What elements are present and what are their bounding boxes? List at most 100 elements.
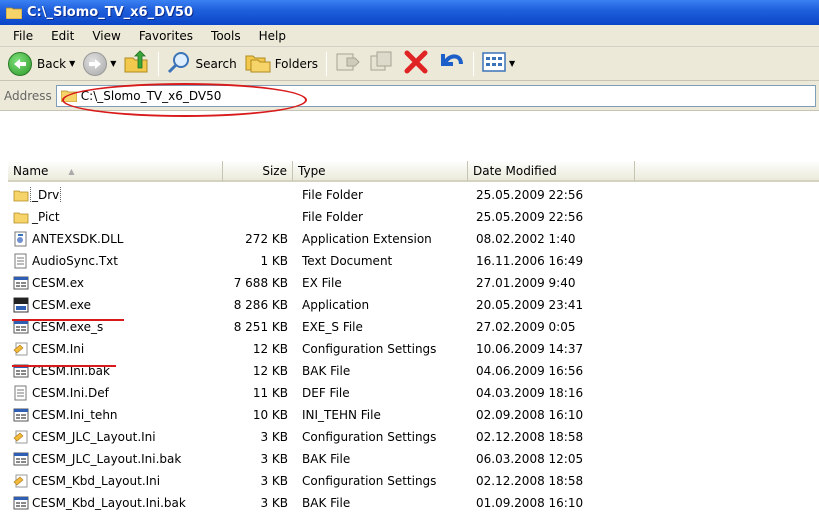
file-name-cell[interactable]: CESM_JLC_Layout.Ini xyxy=(8,429,223,445)
up-folder-button[interactable] xyxy=(120,50,154,78)
file-name-cell[interactable]: _Drv xyxy=(8,187,223,203)
file-row[interactable]: CESM.Ini.bak 12 KB BAK File 04.06.2009 16:5… xyxy=(8,360,819,382)
delete-button[interactable] xyxy=(399,50,433,78)
file-row[interactable]: CESM.ex 7 688 KB EX File 27.01.2009 9:40 xyxy=(8,272,819,294)
menu-edit[interactable]: Edit xyxy=(42,29,83,43)
column-header-name[interactable]: Name ▲ xyxy=(8,161,223,181)
config-file-icon xyxy=(13,429,29,445)
file-date: 08.02.2002 1:40 xyxy=(476,232,576,246)
menu-help[interactable]: Help xyxy=(250,29,295,43)
sort-ascending-icon: ▲ xyxy=(68,166,75,176)
file-name-cell[interactable]: CESM_JLC_Layout.Ini.bak xyxy=(8,451,223,467)
file-size: 3 KB xyxy=(260,452,288,466)
file-row[interactable]: CESM_JLC_Layout.Ini.bak 3 KB BAK File 06.03… xyxy=(8,448,819,470)
annotation-ellipse xyxy=(62,83,307,117)
menu-tools[interactable]: Tools xyxy=(202,29,250,43)
file-size: 8 286 KB xyxy=(233,298,288,312)
folder-icon xyxy=(13,187,29,203)
file-type: File Folder xyxy=(302,210,363,224)
file-name-cell[interactable]: CESM.Ini_tehn xyxy=(8,407,223,423)
file-row[interactable]: CESM.Ini 12 KB Configuration Settings 10.06… xyxy=(8,338,819,360)
search-button[interactable]: Search xyxy=(163,50,240,78)
file-size: 3 KB xyxy=(260,430,288,444)
file-row[interactable]: CESM.Ini_tehn 10 KB INI_TEHN File 02.09.200… xyxy=(8,404,819,426)
move-to-button[interactable] xyxy=(331,50,365,78)
file-name-cell[interactable]: AudioSync.Txt xyxy=(8,253,223,269)
file-date: 20.05.2009 23:41 xyxy=(476,298,584,312)
views-button[interactable]: ▼ xyxy=(478,50,519,78)
copy-to-button[interactable] xyxy=(365,50,399,78)
file-name-cell[interactable]: CESM.Ini.Def xyxy=(8,385,223,401)
annotation-underline xyxy=(12,365,116,367)
back-arrow-icon xyxy=(8,51,32,76)
app-icon xyxy=(13,297,29,313)
file-date: 10.06.2009 14:37 xyxy=(476,342,584,356)
generic-file-icon xyxy=(13,451,29,467)
file-name: CESM.ex xyxy=(32,276,85,290)
file-row[interactable]: CESM.exe_s 8 251 KB EXE_S File 27.02.2009 0… xyxy=(8,316,819,338)
file-name: CESM_JLC_Layout.Ini xyxy=(32,430,156,444)
file-name: CESM.Ini.Def xyxy=(32,386,109,400)
file-row[interactable]: CESM.exe 8 286 KB Application 20.05.2009 23… xyxy=(8,294,819,316)
generic-file-icon xyxy=(13,319,29,335)
file-date: 01.09.2008 16:10 xyxy=(476,496,584,510)
file-type: EXE_S File xyxy=(302,320,363,334)
move-to-icon xyxy=(335,50,361,77)
column-header-date[interactable]: Date Modified xyxy=(468,161,635,181)
file-name: _Pict xyxy=(32,210,60,224)
file-size: 3 KB xyxy=(260,496,288,510)
menu-bar: File Edit View Favorites Tools Help xyxy=(0,25,819,47)
file-type: Configuration Settings xyxy=(302,474,437,488)
chevron-down-icon[interactable]: ▼ xyxy=(69,59,75,68)
file-row[interactable]: CESM_JLC_Layout.Ini 3 KB Configuration Set… xyxy=(8,426,819,448)
menu-view[interactable]: View xyxy=(83,29,129,43)
file-type: File Folder xyxy=(302,188,363,202)
toolbar: Back ▼ ▼ Search Folders ▼ xyxy=(0,47,819,81)
file-name-cell[interactable]: ANTEXSDK.DLL xyxy=(8,231,223,247)
file-row[interactable]: _Pict File Folder 25.05.2009 22:56 xyxy=(8,206,819,228)
column-header-type[interactable]: Type xyxy=(293,161,468,181)
generic-file-icon xyxy=(13,407,29,423)
file-date: 02.09.2008 16:10 xyxy=(476,408,584,422)
text-file-icon xyxy=(13,385,29,401)
menu-favorites[interactable]: Favorites xyxy=(130,29,202,43)
column-header-filler xyxy=(635,161,819,181)
file-row[interactable]: CESM_Kbd_Layout.Ini 3 KB Configuration Set… xyxy=(8,470,819,492)
file-size: 272 KB xyxy=(245,232,288,246)
file-size: 12 KB xyxy=(252,342,288,356)
text-file-icon xyxy=(13,253,29,269)
file-name-cell[interactable]: _Pict xyxy=(8,209,223,225)
toolbar-separator xyxy=(158,51,160,76)
file-name-cell[interactable]: CESM_Kbd_Layout.Ini xyxy=(8,473,223,489)
file-row[interactable]: _Drv File Folder 25.05.2009 22:56 xyxy=(8,184,819,206)
file-type: Application xyxy=(302,298,370,312)
file-row[interactable]: ANTEXSDK.DLL 272 KB Application Extension 0… xyxy=(8,228,819,250)
file-name-cell[interactable]: CESM.ex xyxy=(8,275,223,291)
file-name: ANTEXSDK.DLL xyxy=(32,232,124,246)
file-name-cell[interactable]: CESM_Kbd_Layout.Ini.bak xyxy=(8,495,223,511)
file-row[interactable]: AudioSync.Txt 1 KB Text Document 16.11.2006… xyxy=(8,250,819,272)
file-date: 27.01.2009 9:40 xyxy=(476,276,576,290)
back-button[interactable]: Back ▼ xyxy=(4,50,79,78)
file-type: Text Document xyxy=(302,254,393,268)
chevron-down-icon[interactable]: ▼ xyxy=(509,59,515,68)
file-name: CESM_Kbd_Layout.Ini xyxy=(32,474,161,488)
file-name-cell[interactable]: CESM.exe xyxy=(8,297,223,313)
forward-button[interactable]: ▼ xyxy=(79,50,120,78)
file-row[interactable]: CESM.Ini.Def 11 KB DEF File 04.03.2009 18:1… xyxy=(8,382,819,404)
column-header-size[interactable]: Size xyxy=(223,161,293,181)
file-row[interactable]: CESM_Kbd_Layout.Ini.bak 3 KB BAK File 01.09… xyxy=(8,492,819,514)
file-type: BAK File xyxy=(302,452,351,466)
file-name: CESM_JLC_Layout.Ini.bak xyxy=(32,452,182,466)
chevron-down-icon[interactable]: ▼ xyxy=(110,59,116,68)
file-name-cell[interactable]: CESM.Ini xyxy=(8,341,223,357)
folders-button[interactable]: Folders xyxy=(241,50,322,78)
file-size: 7 688 KB xyxy=(233,276,288,290)
file-name-cell[interactable]: CESM.exe_s xyxy=(8,319,223,335)
file-date: 16.11.2006 16:49 xyxy=(476,254,584,268)
file-type: INI_TEHN File xyxy=(302,408,381,422)
menu-file[interactable]: File xyxy=(4,29,42,43)
file-size: 10 KB xyxy=(252,408,288,422)
folders-label: Folders xyxy=(274,56,319,71)
undo-button[interactable] xyxy=(433,50,469,78)
